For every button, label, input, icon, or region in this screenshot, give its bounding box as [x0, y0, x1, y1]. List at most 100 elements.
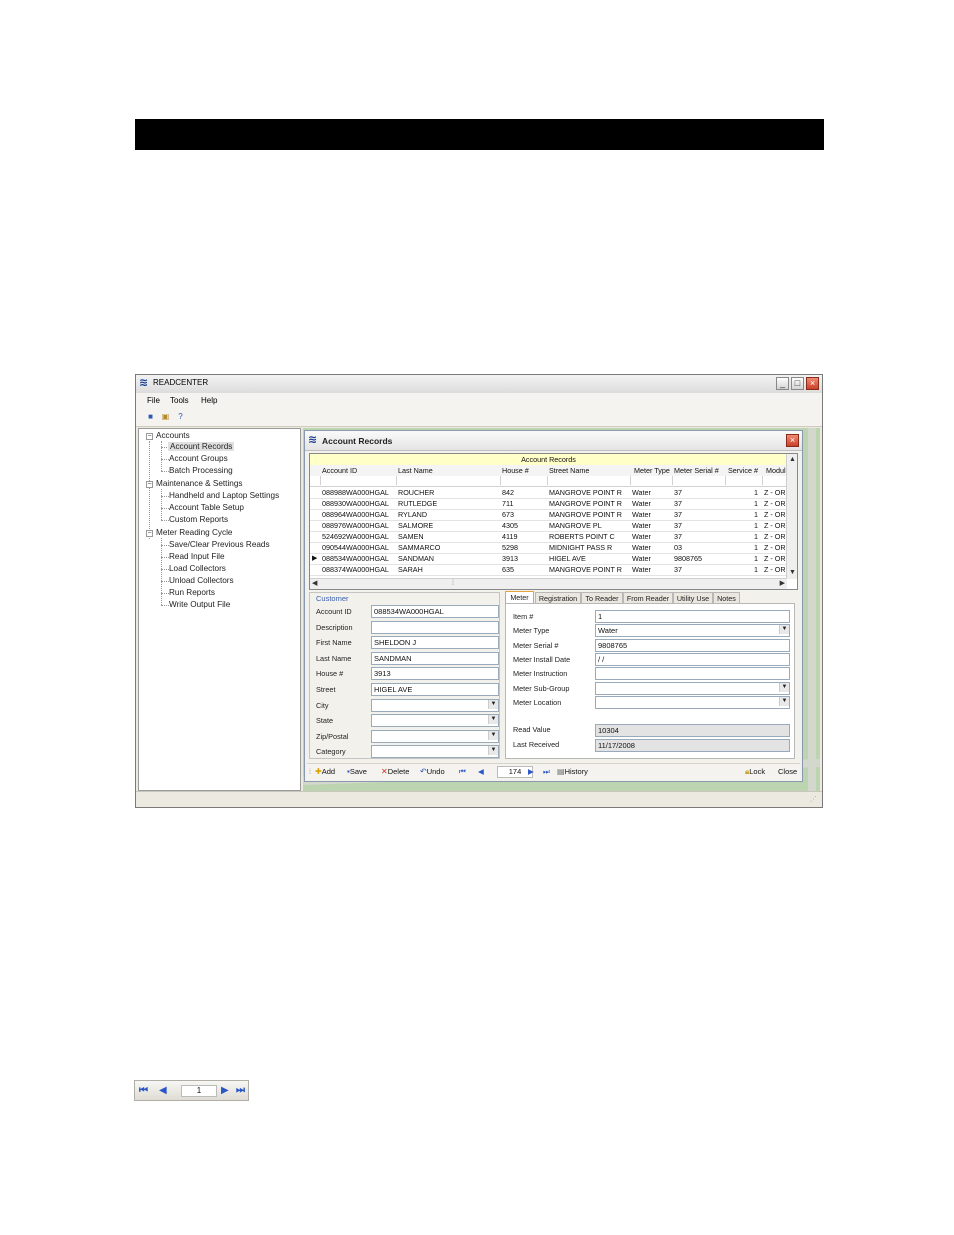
next-record-icon[interactable]: ▶	[528, 767, 534, 776]
chevron-down-icon[interactable]: ▼	[779, 625, 789, 635]
first-record-icon[interactable]: ⏮	[459, 767, 466, 777]
grid-vertical-scrollbar[interactable]: ▲ ▼	[786, 454, 797, 579]
tab-to-reader[interactable]: To Reader	[581, 592, 623, 603]
grid-horizontal-scrollbar[interactable]: ◀ ⁞ ▶	[310, 578, 787, 589]
tree-item-account-groups[interactable]: Account Groups	[169, 454, 228, 463]
chevron-down-icon[interactable]: ▼	[779, 682, 789, 692]
tree-group-meter-reading-cycle[interactable]: Meter Reading Cycle	[156, 528, 232, 537]
detail-tabs: Meter Registration To Reader From Reader…	[505, 591, 795, 603]
meter-field-input[interactable]: 1	[595, 610, 790, 623]
scroll-thumb-grip-icon[interactable]: ⁞	[452, 580, 454, 588]
meter-field-input[interactable]	[595, 695, 790, 709]
tree-item-run-reports[interactable]: Run Reports	[169, 588, 215, 597]
tree-item-unload-collectors[interactable]: Unload Collectors	[169, 576, 234, 585]
tree-group-accounts[interactable]: Accounts	[156, 431, 190, 440]
tab-registration[interactable]: Registration	[535, 592, 581, 603]
col-street-name[interactable]: Street Name	[549, 466, 589, 475]
tree-item-save-clear-reads[interactable]: Save/Clear Previous Reads	[169, 540, 270, 549]
delete-button[interactable]: ✕Delete	[381, 767, 409, 776]
last-record-icon[interactable]: ⏭	[236, 1085, 245, 1096]
customer-field-input[interactable]: 088534WA000HGAL	[371, 605, 499, 618]
chevron-down-icon[interactable]: ▼	[488, 699, 498, 709]
collapse-icon[interactable]: −	[146, 530, 153, 537]
collapse-icon[interactable]: −	[146, 481, 153, 488]
customer-field-input[interactable]	[371, 714, 499, 728]
menu-file[interactable]: File	[147, 396, 160, 405]
tab-utility-use[interactable]: Utility Use	[673, 592, 713, 603]
customer-field-input[interactable]	[371, 620, 499, 634]
table-cell: Water	[632, 499, 651, 508]
tree-group-maintenance[interactable]: Maintenance & Settings	[156, 479, 242, 488]
table-cell: 37	[674, 532, 682, 541]
save-button[interactable]: ▪Save	[347, 767, 367, 776]
tab-notes[interactable]: Notes	[713, 592, 740, 603]
meter-field-input[interactable]: / /	[595, 652, 790, 666]
close-record-button[interactable]: Close	[778, 767, 797, 776]
meter-field-input[interactable]: 9808765	[595, 638, 790, 652]
undo-button[interactable]: ↶Undo	[420, 767, 445, 776]
customer-field-input[interactable]	[371, 698, 499, 712]
mini-position-input[interactable]: 1	[181, 1085, 217, 1097]
grid-filter-row[interactable]	[310, 476, 787, 487]
customer-field-input[interactable]: SHELDON J	[371, 636, 499, 650]
table-row[interactable]: 088374WA000HGAL SARAH 635 MANGROVE POINT R W…	[310, 564, 793, 576]
readonly-value: 11/17/2008	[595, 739, 790, 752]
tab-meter[interactable]: Meter	[505, 591, 534, 603]
child-close-button[interactable]: ×	[786, 434, 799, 447]
resize-grip-icon[interactable]: ⋰	[810, 795, 820, 805]
menu-help[interactable]: Help	[201, 396, 217, 405]
chevron-down-icon[interactable]: ▼	[779, 696, 789, 706]
chevron-down-icon[interactable]: ▼	[488, 746, 498, 756]
chevron-down-icon[interactable]: ▼	[488, 715, 498, 725]
lock-button[interactable]: 🔒︎Lock	[745, 767, 765, 777]
scroll-up-icon[interactable]: ▲	[789, 456, 796, 464]
tree-item-account-table-setup[interactable]: Account Table Setup	[169, 503, 244, 512]
last-record-icon[interactable]: ⏭	[543, 767, 550, 777]
delete-icon: ✕	[381, 767, 388, 776]
meter-field-input[interactable]: Water	[595, 624, 790, 638]
col-house[interactable]: House #	[502, 466, 529, 475]
col-meter-type[interactable]: Meter Type	[634, 466, 670, 475]
field-label: Meter Instruction	[513, 669, 568, 679]
table-cell: Water	[632, 554, 651, 563]
next-record-icon[interactable]: ▶	[221, 1085, 229, 1096]
scroll-down-icon[interactable]: ▼	[789, 569, 796, 577]
customer-field-input[interactable]: SANDMAN	[371, 651, 499, 665]
tree-item-load-collectors[interactable]: Load Collectors	[169, 564, 226, 573]
customer-field-input[interactable]: 3913	[371, 667, 499, 681]
table-cell: MANGROVE PL	[549, 521, 602, 530]
tree-item-batch-processing[interactable]: Batch Processing	[169, 466, 233, 475]
tree-item-read-input-file[interactable]: Read Input File	[169, 552, 225, 561]
square-icon[interactable]: ■	[146, 412, 155, 421]
scroll-right-icon[interactable]: ▶	[780, 580, 785, 588]
tree-item-account-records[interactable]: Account Records	[168, 442, 235, 451]
col-meter-serial[interactable]: Meter Serial #	[674, 466, 719, 475]
first-record-icon[interactable]: ⏮	[139, 1085, 148, 1096]
minimize-button[interactable]: _	[776, 377, 789, 390]
previous-record-icon[interactable]: ◀	[159, 1085, 167, 1096]
meter-field-input[interactable]	[595, 681, 790, 695]
folder-icon[interactable]: ▣	[161, 412, 170, 421]
collapse-icon[interactable]: −	[146, 433, 153, 440]
meter-field-input[interactable]	[595, 667, 790, 681]
col-last-name[interactable]: Last Name	[398, 466, 433, 475]
previous-record-icon[interactable]: ◀	[478, 767, 484, 776]
maximize-button[interactable]: □	[791, 377, 804, 390]
customer-field-input[interactable]	[371, 729, 499, 743]
help-icon[interactable]: ?	[176, 412, 185, 421]
col-service[interactable]: Service #	[728, 466, 758, 475]
table-cell: 37	[674, 488, 682, 497]
add-button[interactable]: ✚Add	[315, 767, 335, 776]
menu-tools[interactable]: Tools	[170, 396, 189, 405]
chevron-down-icon[interactable]: ▼	[488, 730, 498, 740]
tree-item-handheld-settings[interactable]: Handheld and Laptop Settings	[169, 491, 279, 500]
tab-from-reader[interactable]: From Reader	[623, 592, 673, 603]
col-account-id[interactable]: Account ID	[322, 466, 357, 475]
scroll-left-icon[interactable]: ◀	[312, 580, 317, 588]
customer-field-input[interactable]	[371, 745, 499, 759]
tree-item-custom-reports[interactable]: Custom Reports	[169, 515, 228, 524]
customer-field-input[interactable]: HIGEL AVE	[371, 683, 499, 696]
tree-item-write-output-file[interactable]: Write Output File	[169, 600, 230, 609]
history-button[interactable]: ▤History	[557, 767, 588, 776]
close-button[interactable]: ×	[806, 377, 819, 390]
